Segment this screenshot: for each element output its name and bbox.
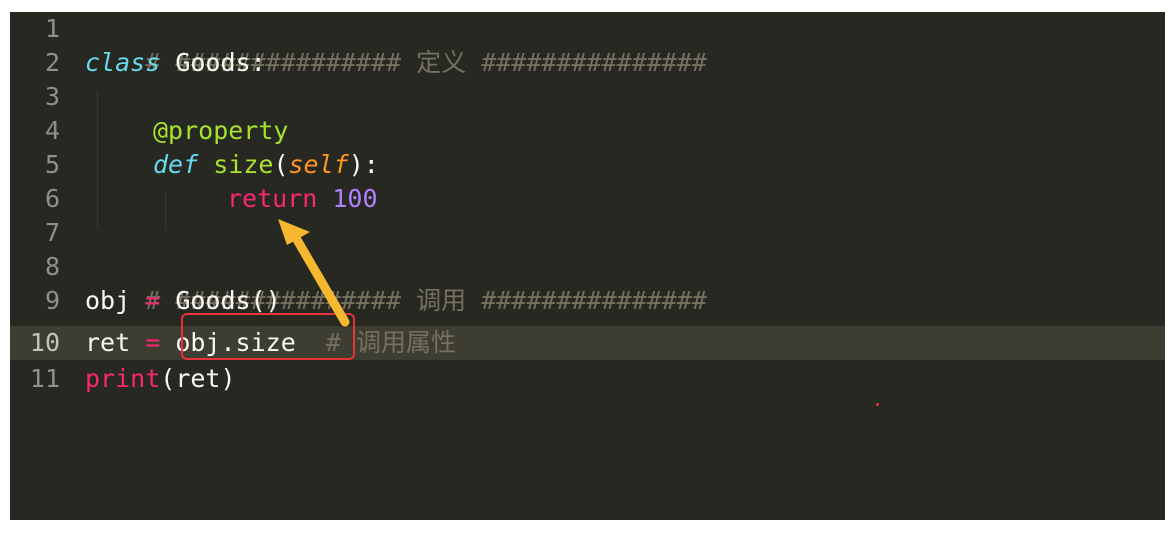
annotation-arrow (278, 219, 350, 327)
